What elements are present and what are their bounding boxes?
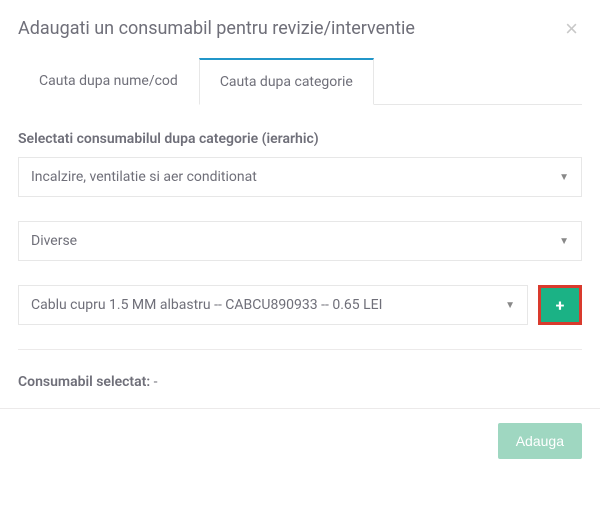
section-label: Selectati consumabilul dupa categorie (i…: [18, 131, 582, 147]
product-select[interactable]: Cablu cupru 1.5 MM albastru -- CABCU8909…: [18, 285, 528, 325]
tab-search-category[interactable]: Cauta dupa categorie: [199, 58, 374, 105]
product-value: Cablu cupru 1.5 MM albastru -- CABCU8909…: [31, 297, 382, 313]
category1-select[interactable]: Incalzire, ventilatie si aer conditionat…: [18, 157, 582, 197]
chevron-down-icon: ▼: [559, 172, 569, 183]
category1-value: Incalzire, ventilatie si aer conditionat: [31, 169, 257, 185]
selected-consumable-row: Consumabil selectat: -: [18, 374, 582, 390]
selected-value: -: [154, 374, 158, 390]
chevron-down-icon: ▼: [505, 300, 515, 311]
selected-label: Consumabil selectat:: [18, 374, 154, 390]
plus-icon: +: [556, 296, 565, 315]
tabs: Cauta dupa nume/cod Cauta dupa categorie: [18, 58, 582, 105]
divider: [18, 349, 582, 350]
modal-title: Adaugati un consumabil pentru revizie/in…: [18, 18, 415, 39]
category2-select[interactable]: Diverse ▼: [18, 221, 582, 261]
modal-footer: Adauga: [0, 408, 600, 473]
tab-search-name[interactable]: Cauta dupa nume/cod: [18, 58, 199, 105]
chevron-down-icon: ▼: [559, 236, 569, 247]
close-button[interactable]: ×: [561, 18, 582, 40]
category2-value: Diverse: [31, 233, 77, 249]
submit-button[interactable]: Adauga: [498, 423, 582, 459]
add-button[interactable]: +: [538, 285, 582, 325]
